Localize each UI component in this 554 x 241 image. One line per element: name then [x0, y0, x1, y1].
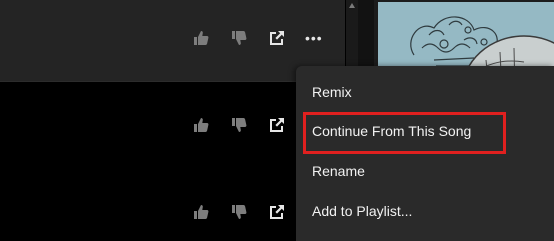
- thumbs-up-icon[interactable]: [193, 204, 209, 220]
- context-menu: Remix Continue From This Song Rename Add…: [296, 66, 554, 241]
- share-icon[interactable]: [269, 204, 285, 220]
- row-actions: [193, 204, 305, 220]
- share-icon[interactable]: [269, 30, 285, 46]
- scroll-up-arrow-icon[interactable]: [349, 3, 355, 8]
- thumbs-down-icon[interactable]: [231, 30, 247, 46]
- row-actions: [193, 117, 305, 133]
- share-icon[interactable]: [269, 117, 285, 133]
- menu-item-add-to-playlist[interactable]: Add to Playlist...: [312, 203, 412, 219]
- thumbs-down-icon[interactable]: [231, 204, 247, 220]
- row-actions: •••: [193, 30, 323, 46]
- menu-item-rename[interactable]: Rename: [312, 163, 365, 179]
- song-row-selected[interactable]: •••: [0, 0, 345, 82]
- thumbs-up-icon[interactable]: [193, 117, 209, 133]
- more-options-icon[interactable]: •••: [305, 31, 323, 45]
- thumbs-up-icon[interactable]: [193, 30, 209, 46]
- song-row[interactable]: [0, 166, 345, 241]
- highlight-box: [303, 112, 506, 154]
- song-row[interactable]: [0, 83, 345, 165]
- menu-item-remix[interactable]: Remix: [312, 84, 352, 100]
- thumbs-down-icon[interactable]: [231, 117, 247, 133]
- song-list-screen: ••• Remix Continue From This Song Rename…: [0, 0, 554, 241]
